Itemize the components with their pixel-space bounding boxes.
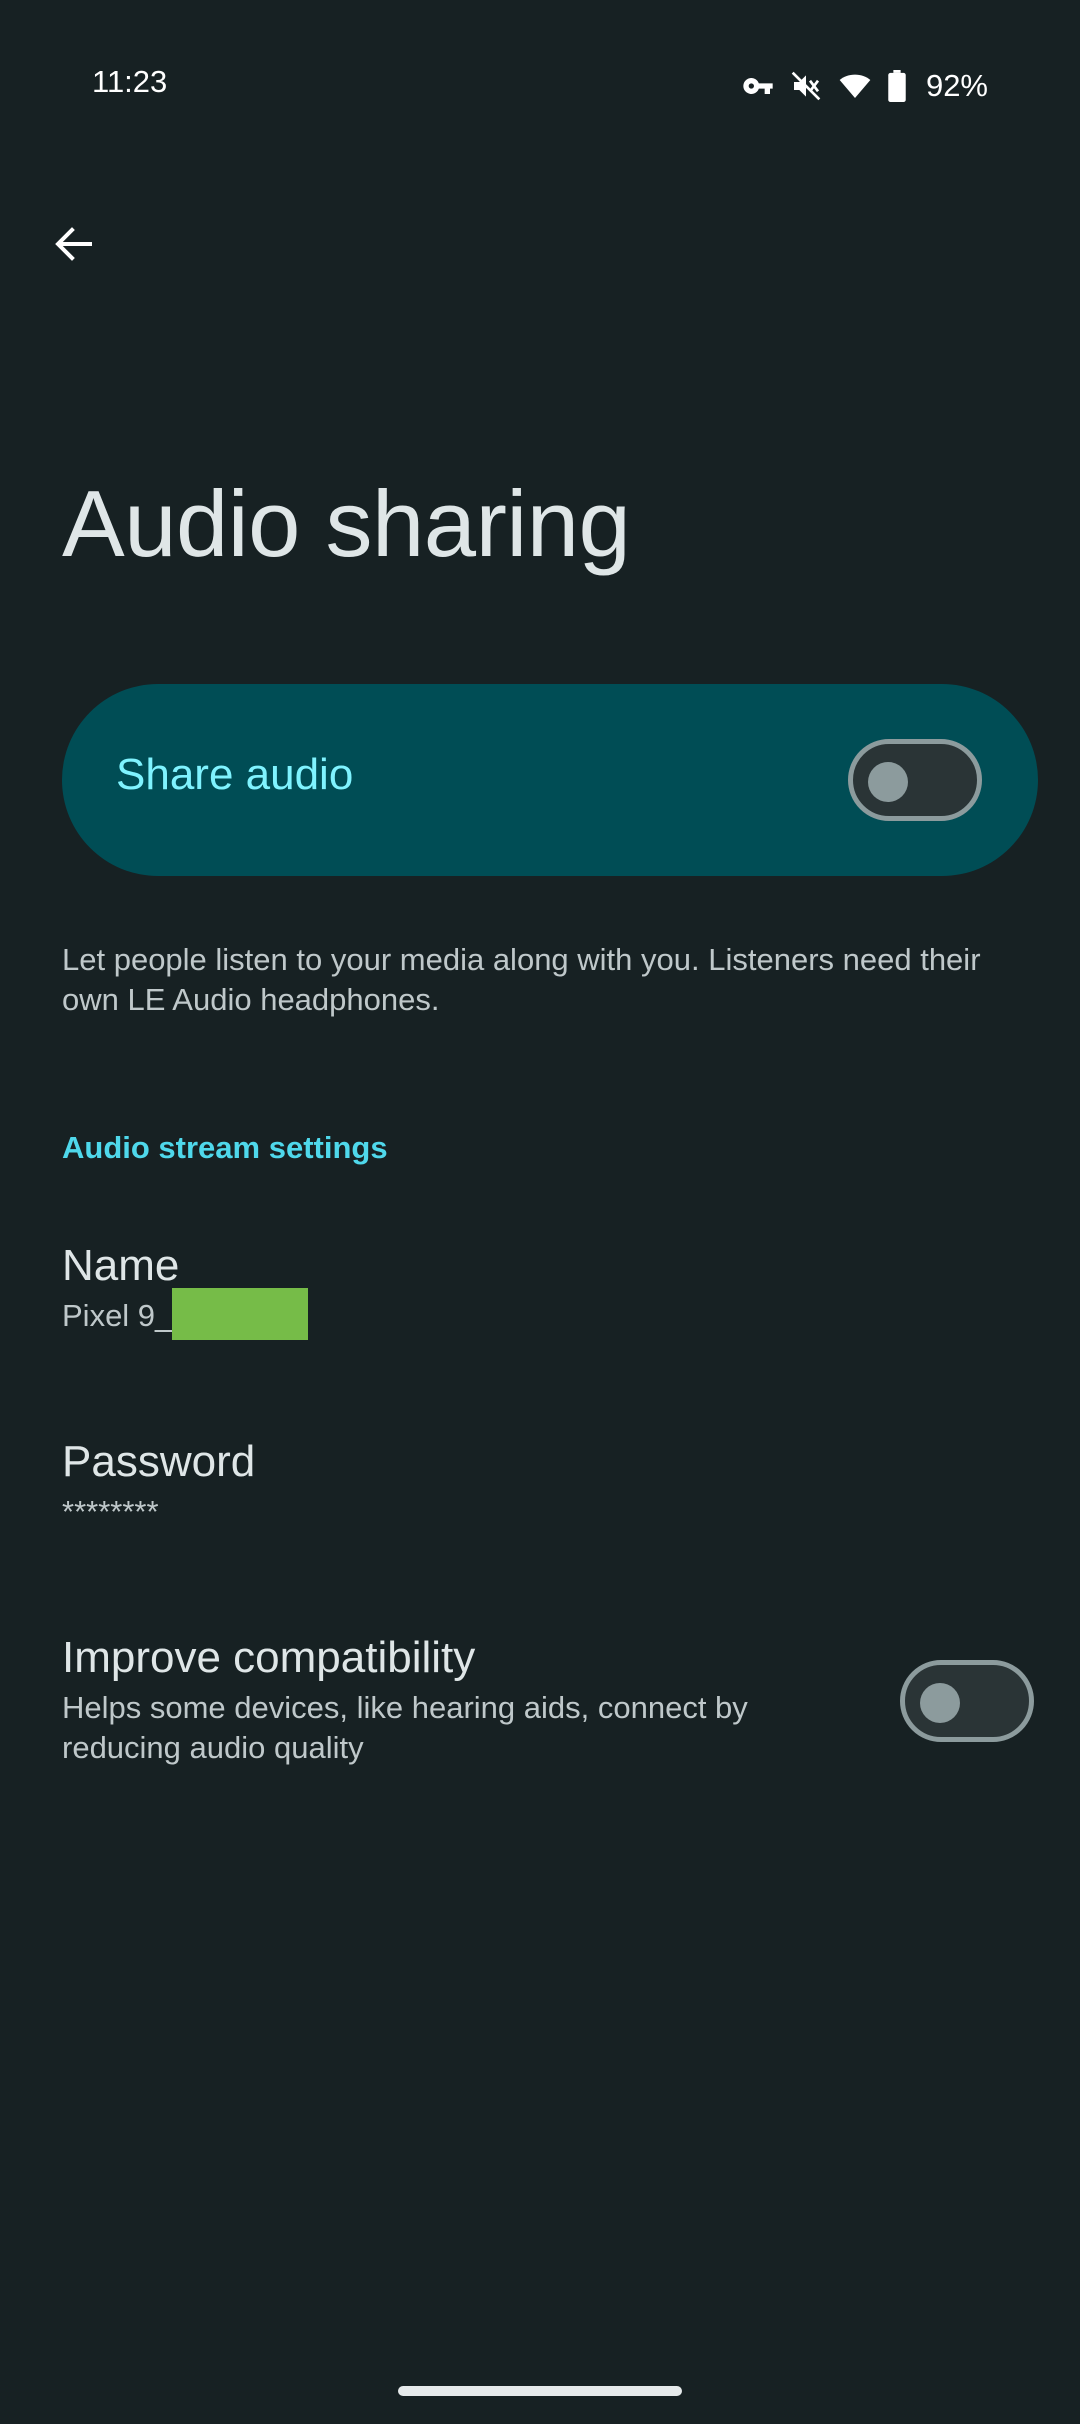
gesture-nav-handle[interactable] — [398, 2386, 682, 2396]
battery-icon — [888, 70, 906, 102]
setting-name[interactable]: Name Pixel 9_ — [62, 1238, 1042, 1340]
setting-improve-compatibility-summary: Helps some devices, like hearing aids, c… — [62, 1690, 748, 1765]
share-audio-row[interactable]: Share audio — [62, 684, 1038, 876]
setting-improve-compatibility[interactable]: Improve compatibility Helps some devices… — [62, 1630, 1042, 1768]
setting-password[interactable]: Password ******** — [62, 1434, 1042, 1532]
improve-compatibility-toggle[interactable] — [900, 1660, 1034, 1742]
toggle-knob — [920, 1683, 960, 1723]
name-value-prefix: Pixel 9_ — [62, 1298, 173, 1334]
status-time: 11:23 — [92, 64, 168, 99]
toggle-knob — [868, 762, 908, 802]
share-audio-label: Share audio — [116, 750, 354, 799]
audio-sharing-screen: 11:23 92% Audio sharing Share audio Let … — [0, 0, 1080, 2424]
back-button[interactable] — [44, 214, 104, 274]
redaction-block — [172, 1288, 309, 1340]
share-audio-toggle[interactable] — [848, 739, 982, 821]
setting-name-title: Name — [62, 1241, 180, 1290]
setting-password-value: ******** — [62, 1494, 159, 1529]
vpn-key-icon — [742, 70, 774, 102]
share-audio-description: Let people listen to your media along wi… — [62, 942, 981, 1017]
back-arrow-icon — [55, 227, 92, 261]
section-header-audio-stream-settings: Audio stream settings — [62, 1130, 388, 1165]
wifi-icon — [838, 70, 872, 102]
battery-percent: 92% — [925, 68, 988, 103]
setting-password-title: Password — [62, 1437, 256, 1486]
setting-name-value: Pixel 9_ — [62, 1288, 1042, 1340]
setting-improve-compatibility-title: Improve compatibility — [62, 1633, 476, 1682]
mute-icon — [790, 70, 822, 102]
page-title: Audio sharing — [62, 471, 631, 576]
status-icons: 92% — [742, 64, 988, 108]
